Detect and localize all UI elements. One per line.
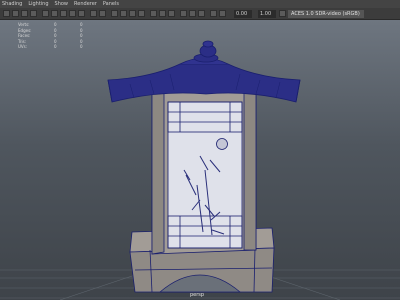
field-chart-icon[interactable] (78, 10, 85, 17)
anti-aliasing-icon[interactable] (189, 10, 196, 17)
menu-renderer[interactable]: Renderer (74, 0, 97, 8)
view-transform-select[interactable]: ACES 1.0 SDR-video (sRGB) (288, 10, 364, 18)
camera-attributes-icon[interactable] (12, 10, 19, 17)
color-management-icon[interactable] (279, 10, 286, 17)
safe-action-icon[interactable] (90, 10, 97, 17)
textures-icon[interactable] (138, 10, 145, 17)
ambient-occlusion-icon[interactable] (168, 10, 175, 17)
menu-lighting[interactable]: Lighting (28, 0, 48, 8)
smooth-shade-icon[interactable] (120, 10, 127, 17)
motion-blur-icon[interactable] (180, 10, 187, 17)
depth-of-field-icon[interactable] (198, 10, 205, 17)
resolution-gate-icon[interactable] (60, 10, 67, 17)
viewport-scene (0, 40, 400, 300)
wireframe-on-shaded-icon[interactable] (129, 10, 136, 17)
grid-toggle-icon[interactable] (42, 10, 49, 17)
viewport-menubar: Shading Lighting Show Renderer Panels (0, 0, 400, 8)
hud-row: UVs: 0 0 (18, 44, 83, 49)
safe-title-icon[interactable] (99, 10, 106, 17)
menu-show[interactable]: Show (55, 0, 69, 8)
camera-name-label: persp (190, 292, 205, 298)
viewport-toolbar: 0.00 1.00 ACES 1.0 SDR-video (sRGB) (0, 8, 400, 20)
select-camera-icon[interactable] (3, 10, 10, 17)
bookmarks-icon[interactable] (21, 10, 28, 17)
heads-up-display: Verts: 0 0 Edges: 0 0 Faces: 0 0 Tris: 0… (18, 22, 106, 50)
lights-icon[interactable] (150, 10, 157, 17)
film-gate-icon[interactable] (51, 10, 58, 17)
xray-icon[interactable] (219, 10, 226, 17)
exposure-field[interactable]: 0.00 (234, 10, 252, 18)
3d-viewport[interactable]: Verts: 0 0 Edges: 0 0 Faces: 0 0 Tris: 0… (0, 20, 400, 300)
image-plane-icon[interactable] (30, 10, 37, 17)
gate-mask-icon[interactable] (69, 10, 76, 17)
menu-shading[interactable]: Shading (2, 0, 22, 8)
shadows-icon[interactable] (159, 10, 166, 17)
isolate-select-icon[interactable] (210, 10, 217, 17)
lantern-roof (107, 40, 301, 103)
lantern-body (151, 81, 257, 255)
menu-panels[interactable]: Panels (103, 0, 119, 8)
gamma-field[interactable]: 1.00 (258, 10, 276, 18)
wireframe-icon[interactable] (111, 10, 118, 17)
